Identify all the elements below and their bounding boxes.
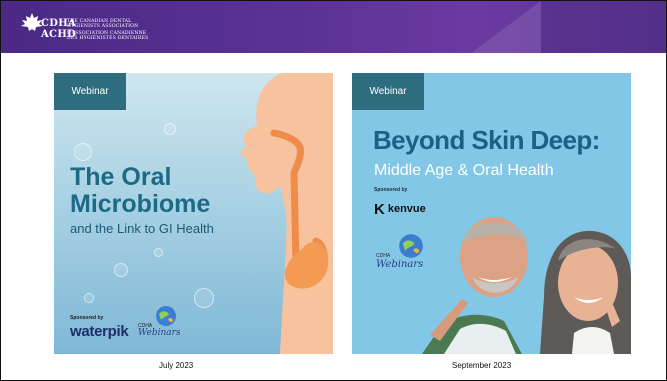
bubble-decoration [164, 123, 176, 135]
kenvue-logo: Kkenvue [374, 201, 426, 218]
bubble-decoration [84, 293, 94, 303]
globe-icon [156, 306, 176, 326]
card-title-line2: Microbiome [70, 190, 211, 218]
org-name-en-line2: HYGIENISTS ASSOCIATION [67, 24, 139, 29]
kenvue-mark: K [374, 201, 385, 218]
cdha-logo[interactable]: CDHA ACHD THE CANADIAN DENTAL HYGIENISTS… [19, 10, 169, 44]
sponsored-label: Sponsored by [374, 187, 408, 193]
slide: CDHA ACHD THE CANADIAN DENTAL HYGIENISTS… [0, 0, 667, 381]
caption-september-2023: September 2023 [452, 361, 512, 370]
card-subtitle: Middle Age & Oral Health [374, 162, 554, 179]
card-title-line1: The Oral [70, 163, 172, 191]
card-title: Beyond Skin Deep: [373, 125, 600, 155]
webinar-card-oral-microbiome[interactable]: Webinar The Oral Microbiome and the Link… [54, 73, 333, 354]
smiling-couple-photo [422, 217, 631, 354]
bubble-decoration [154, 248, 163, 257]
webinars-logo-script: Webinars [376, 259, 424, 270]
digestive-silhouette-illustration [240, 73, 333, 354]
org-name-fr-line2: DES HYGIÉNISTES DENTAIRES [67, 36, 149, 41]
sponsored-label: Sponsored by [70, 315, 104, 321]
webinar-tag: Webinar [54, 73, 126, 110]
webinars-logo-script: Webinars [138, 328, 181, 338]
caption-july-2023: July 2023 [159, 361, 194, 370]
bubble-decoration [114, 263, 128, 277]
waterpik-logo: waterpik [70, 323, 129, 340]
webinar-card-beyond-skin-deep[interactable]: Webinar Beyond Skin Deep: Middle Age & O… [352, 73, 631, 354]
header-decoration [541, 1, 666, 53]
card-subtitle: and the Link to GI Health [70, 221, 214, 236]
card-title: The Oral Microbiome [70, 164, 210, 218]
globe-icon [399, 234, 423, 258]
header-decoration [471, 1, 541, 53]
bubble-decoration [74, 143, 92, 161]
kenvue-wordmark: kenvue [387, 203, 426, 215]
header-banner: CDHA ACHD THE CANADIAN DENTAL HYGIENISTS… [1, 1, 666, 53]
webinar-tag: Webinar [352, 73, 424, 110]
